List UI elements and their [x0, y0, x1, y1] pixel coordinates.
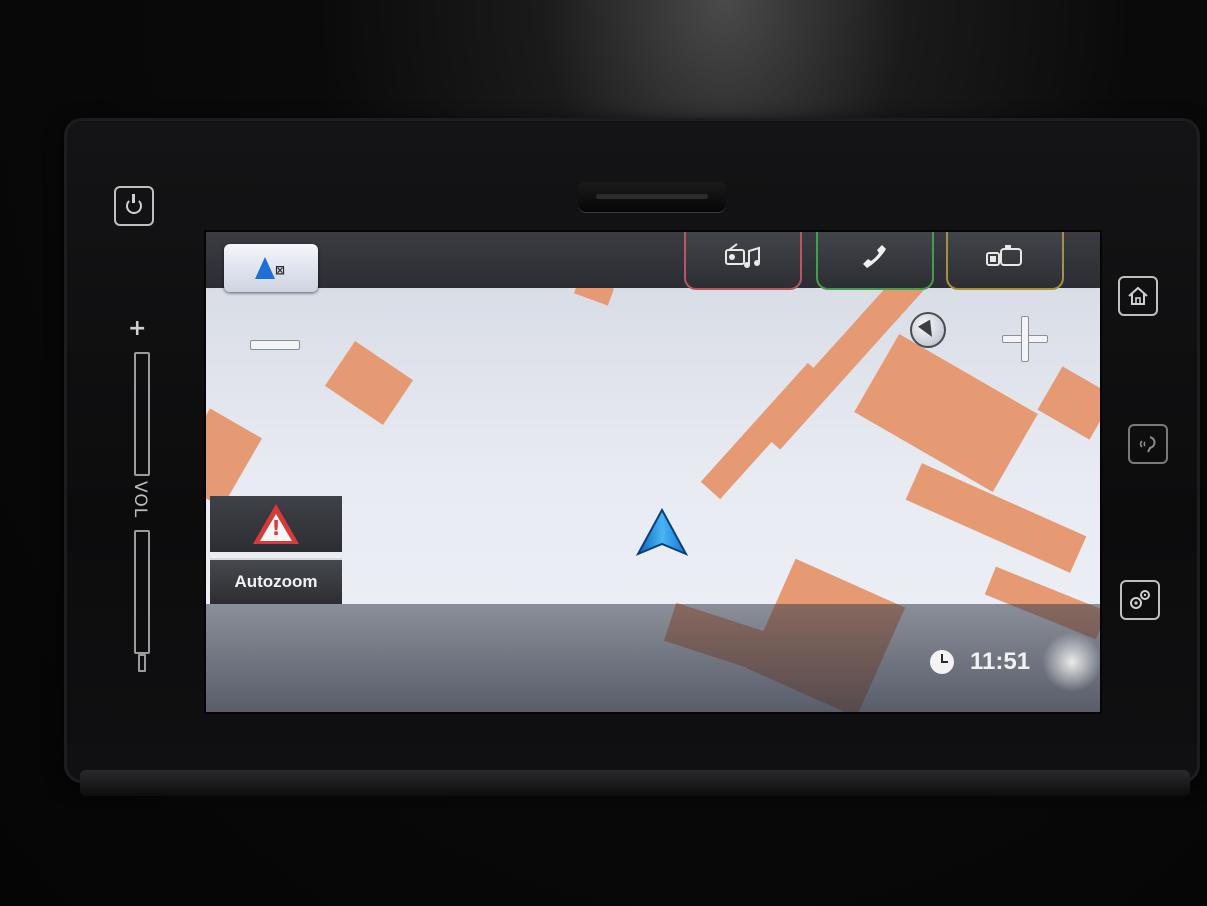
- media-audio-icon: [725, 243, 760, 268]
- screen-glare: [1042, 632, 1100, 692]
- vehicle-position-arrow-icon: [636, 508, 688, 556]
- navigation-screen: ⊠ ! Autozoom 11:51: [206, 232, 1100, 712]
- volume-up-icon[interactable]: +: [128, 316, 146, 341]
- warning-triangle-icon: !: [253, 504, 299, 544]
- settings-button[interactable]: [1120, 580, 1160, 620]
- map-view-mode-button[interactable]: ⊠: [224, 244, 318, 292]
- autozoom-button[interactable]: Autozoom: [210, 558, 342, 604]
- map-building: [324, 341, 414, 425]
- map-building: [1037, 366, 1100, 440]
- phone-handset-icon: [863, 245, 886, 268]
- tab-apps[interactable]: [946, 232, 1064, 290]
- volume-slider-lower[interactable]: [134, 530, 150, 654]
- power-button[interactable]: [114, 186, 154, 226]
- compass-icon: [917, 319, 939, 341]
- power-icon: [126, 194, 142, 214]
- apps-icon: [986, 245, 1022, 266]
- zoom-in-button[interactable]: [1002, 316, 1048, 362]
- map-building: [206, 408, 262, 508]
- voice-command-button[interactable]: [1128, 424, 1168, 464]
- home-button[interactable]: [1118, 276, 1158, 316]
- map-view-mode-icon: ⊠: [249, 255, 293, 281]
- clock-time: 11:51: [970, 648, 1031, 675]
- volume-slider-upper[interactable]: [134, 352, 150, 476]
- voice-command-icon: [1139, 436, 1156, 453]
- traffic-alert-button[interactable]: !: [210, 496, 342, 552]
- clock-display: 11:51: [930, 646, 1030, 678]
- map-building: [700, 362, 828, 500]
- tab-phone[interactable]: [816, 232, 934, 290]
- clock-icon: [930, 650, 954, 674]
- volume-down-icon[interactable]: [138, 654, 146, 672]
- gear-icon: [1130, 590, 1150, 609]
- bezel-lower-lip: [80, 770, 1190, 796]
- tab-media[interactable]: [684, 232, 802, 290]
- compass-button[interactable]: [910, 312, 946, 348]
- card-slot: [578, 182, 726, 212]
- volume-label: VOL: [130, 481, 150, 519]
- zoom-out-button[interactable]: [250, 340, 300, 350]
- home-icon: [1128, 286, 1148, 305]
